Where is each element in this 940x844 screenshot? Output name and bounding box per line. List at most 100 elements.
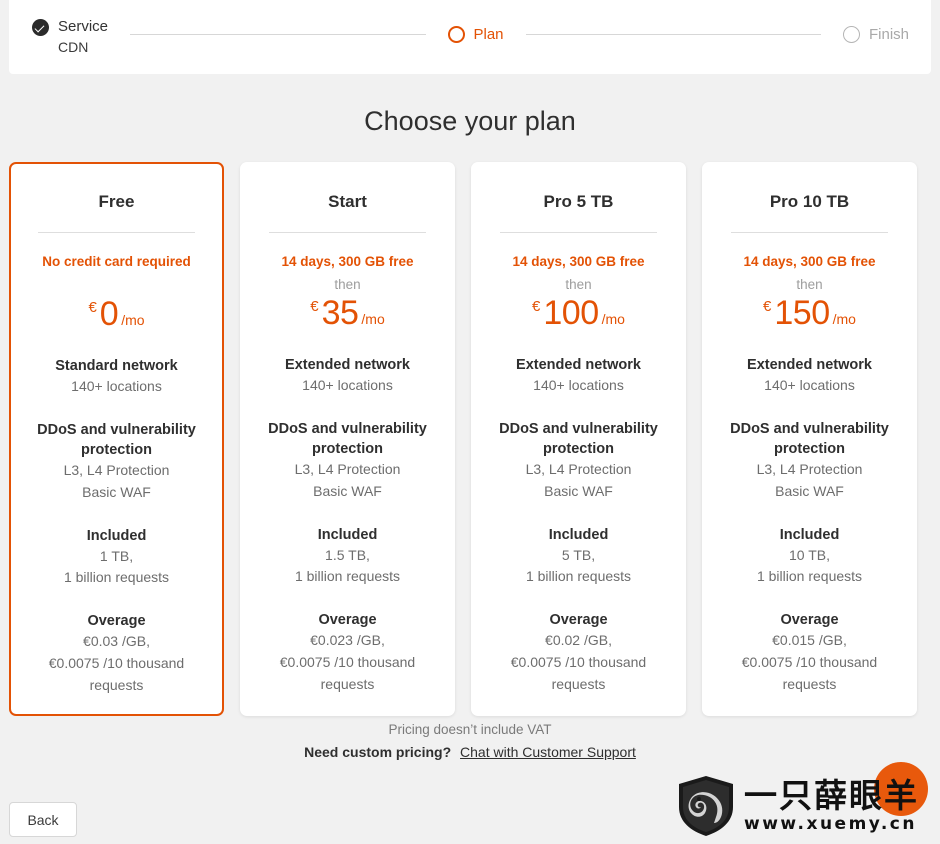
- price-period: /mo: [121, 311, 145, 328]
- network-section: Extended network 140+ locations: [253, 355, 442, 397]
- overage-title: Overage: [318, 612, 377, 629]
- protection-line: Basic WAF: [775, 482, 844, 499]
- step-plan[interactable]: Plan: [447, 25, 504, 43]
- plan-promo: 14 days, 300 GB free: [281, 254, 414, 269]
- included-title: Included: [86, 527, 147, 544]
- overage-line: €0.015 /GB,: [772, 632, 847, 649]
- price-amount: 0: [99, 294, 119, 333]
- protection-section: DDoS and vulnerability protection L3, L4…: [22, 420, 211, 504]
- currency-symbol: €: [763, 297, 772, 315]
- included-line: 1 billion requests: [756, 568, 863, 585]
- network-title: Extended network: [516, 356, 641, 373]
- overage-line: €0.03 /GB,: [83, 633, 150, 650]
- protection-line: L3, L4 Protection: [525, 461, 632, 478]
- plan-name: Pro 5 TB: [543, 192, 614, 211]
- included-line: 1 billion requests: [63, 569, 170, 586]
- protection-line: L3, L4 Protection: [294, 461, 401, 478]
- plan-price: € 35 /mo: [253, 294, 442, 333]
- custom-pricing-row: Need custom pricing? Chat with Customer …: [0, 744, 940, 760]
- stepper-connector-2: [525, 33, 821, 35]
- price-period: /mo: [601, 310, 625, 327]
- included-line: 1 billion requests: [525, 568, 632, 585]
- card-divider: [269, 232, 426, 233]
- plan-then-label: then: [334, 276, 361, 292]
- protection-section: DDoS and vulnerability protection L3, L4…: [715, 419, 904, 503]
- protection-line: L3, L4 Protection: [756, 461, 863, 478]
- network-section: Standard network 140+ locations: [22, 356, 211, 398]
- overage-section: Overage €0.03 /GB, €0.0075 /10 thousand …: [22, 611, 211, 696]
- plan-name: Free: [98, 192, 135, 211]
- circle-outline-icon: [843, 25, 860, 43]
- card-divider: [500, 232, 657, 233]
- price-period: /mo: [832, 310, 856, 327]
- overage-section: Overage €0.015 /GB, €0.0075 /10 thousand…: [715, 610, 904, 695]
- ram-shield-logo-icon: [679, 776, 733, 836]
- protection-section: DDoS and vulnerability protection L3, L4…: [253, 419, 442, 503]
- included-section: Included 1.5 TB, 1 billion requests: [253, 525, 442, 589]
- page-title: Choose your plan: [364, 106, 576, 136]
- step-service[interactable]: Service CDN: [32, 17, 108, 56]
- overage-line: €0.0075 /10 thousand requests: [48, 655, 185, 693]
- overage-line: €0.0075 /10 thousand requests: [279, 654, 416, 692]
- plan-price: € 150 /mo: [715, 294, 904, 333]
- vat-note: Pricing doesn’t include VAT: [388, 722, 552, 737]
- plan-card-free[interactable]: Free No credit card required € 0 /mo Sta…: [9, 162, 224, 716]
- network-title: Extended network: [285, 356, 410, 373]
- protection-line: Basic WAF: [544, 482, 613, 499]
- currency-symbol: €: [532, 297, 541, 315]
- protection-title: DDoS and vulnerability protection: [268, 420, 427, 457]
- plan-price: € 100 /mo: [484, 294, 673, 333]
- included-line: 1 TB,: [99, 547, 134, 564]
- stepper-connector-1: [130, 33, 426, 35]
- protection-section: DDoS and vulnerability protection L3, L4…: [484, 419, 673, 503]
- included-title: Included: [779, 526, 840, 543]
- plan-then-label: then: [565, 276, 592, 292]
- plan-name: Pro 10 TB: [769, 192, 850, 211]
- included-section: Included 1 TB, 1 billion requests: [22, 526, 211, 590]
- overage-title: Overage: [87, 613, 146, 630]
- pricing-notes: Pricing doesn’t include VAT Need custom …: [0, 722, 940, 760]
- step-finish[interactable]: Finish: [843, 25, 909, 43]
- custom-pricing-question: Need custom pricing?: [304, 744, 452, 760]
- customer-support-link[interactable]: Chat with Customer Support: [460, 744, 636, 760]
- network-title: Extended network: [747, 356, 872, 373]
- network-line: 140+ locations: [71, 377, 162, 394]
- chat-support-button[interactable]: [874, 762, 928, 816]
- watermark-url-text: www.xuemy.cn: [744, 814, 917, 834]
- plan-promo: 14 days, 300 GB free: [512, 254, 645, 269]
- network-section: Extended network 140+ locations: [484, 355, 673, 397]
- included-section: Included 5 TB, 1 billion requests: [484, 525, 673, 589]
- price-period: /mo: [361, 310, 385, 327]
- circle-outline-icon: [447, 25, 465, 43]
- plan-selection-page: Service CDN Plan Finish Choose your plan…: [0, 0, 940, 844]
- overage-line: €0.02 /GB,: [545, 632, 612, 649]
- step-service-label: Service: [58, 18, 109, 36]
- network-line: 140+ locations: [764, 376, 855, 393]
- protection-title: DDoS and vulnerability protection: [37, 421, 196, 458]
- check-circle-icon: [32, 19, 49, 37]
- plan-then-label: then: [796, 276, 823, 292]
- plan-card-list: Free No credit card required € 0 /mo Sta…: [9, 162, 931, 716]
- overage-section: Overage €0.023 /GB, €0.0075 /10 thousand…: [253, 610, 442, 695]
- included-section: Included 10 TB, 1 billion requests: [715, 525, 904, 589]
- price-amount: 35: [321, 293, 359, 332]
- plan-card-start[interactable]: Start 14 days, 300 GB free then € 35 /mo…: [240, 162, 455, 716]
- overage-line: €0.0075 /10 thousand requests: [741, 654, 878, 692]
- protection-line: L3, L4 Protection: [63, 462, 170, 479]
- included-line: 1.5 TB,: [325, 546, 370, 563]
- included-line: 1 billion requests: [294, 568, 401, 585]
- overage-section: Overage €0.02 /GB, €0.0075 /10 thousand …: [484, 610, 673, 695]
- plan-price: € 0 /mo: [22, 295, 211, 334]
- back-button[interactable]: Back: [9, 802, 77, 837]
- currency-symbol: €: [310, 297, 319, 315]
- overage-title: Overage: [549, 612, 608, 629]
- card-divider: [38, 232, 195, 233]
- protection-title: DDoS and vulnerability protection: [499, 420, 658, 457]
- plan-card-pro-5tb[interactable]: Pro 5 TB 14 days, 300 GB free then € 100…: [471, 162, 686, 716]
- step-service-sublabel: CDN: [58, 38, 89, 55]
- overage-title: Overage: [780, 612, 839, 629]
- network-section: Extended network 140+ locations: [715, 355, 904, 397]
- price-amount: 150: [774, 293, 830, 332]
- wizard-stepper: Service CDN Plan Finish: [9, 0, 931, 74]
- plan-card-pro-10tb[interactable]: Pro 10 TB 14 days, 300 GB free then € 15…: [702, 162, 917, 716]
